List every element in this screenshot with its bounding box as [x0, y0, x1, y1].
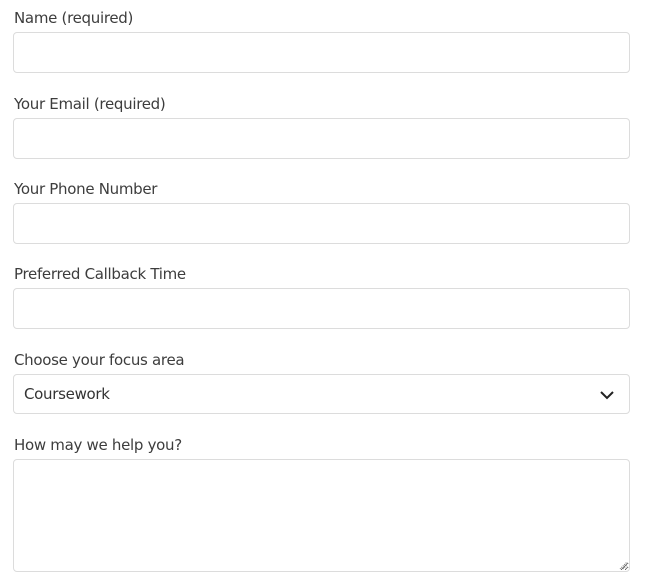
email-input[interactable] — [13, 118, 630, 159]
focus-area-select[interactable]: Coursework — [13, 374, 630, 414]
name-label: Name (required) — [14, 9, 134, 27]
message-wrapper — [13, 459, 630, 572]
message-label: How may we help you? — [14, 436, 182, 454]
email-label: Your Email (required) — [14, 95, 166, 113]
callback-time-label: Preferred Callback Time — [14, 265, 186, 283]
phone-label: Your Phone Number — [14, 180, 158, 198]
callback-time-input[interactable] — [13, 288, 630, 329]
phone-input[interactable] — [13, 203, 630, 244]
focus-area-label: Choose your focus area — [14, 351, 185, 369]
name-input[interactable] — [13, 32, 630, 73]
chevron-down-icon — [600, 391, 614, 400]
resize-grip-icon[interactable] — [619, 561, 628, 570]
focus-area-value: Coursework — [24, 385, 110, 403]
message-textarea[interactable] — [13, 459, 630, 572]
